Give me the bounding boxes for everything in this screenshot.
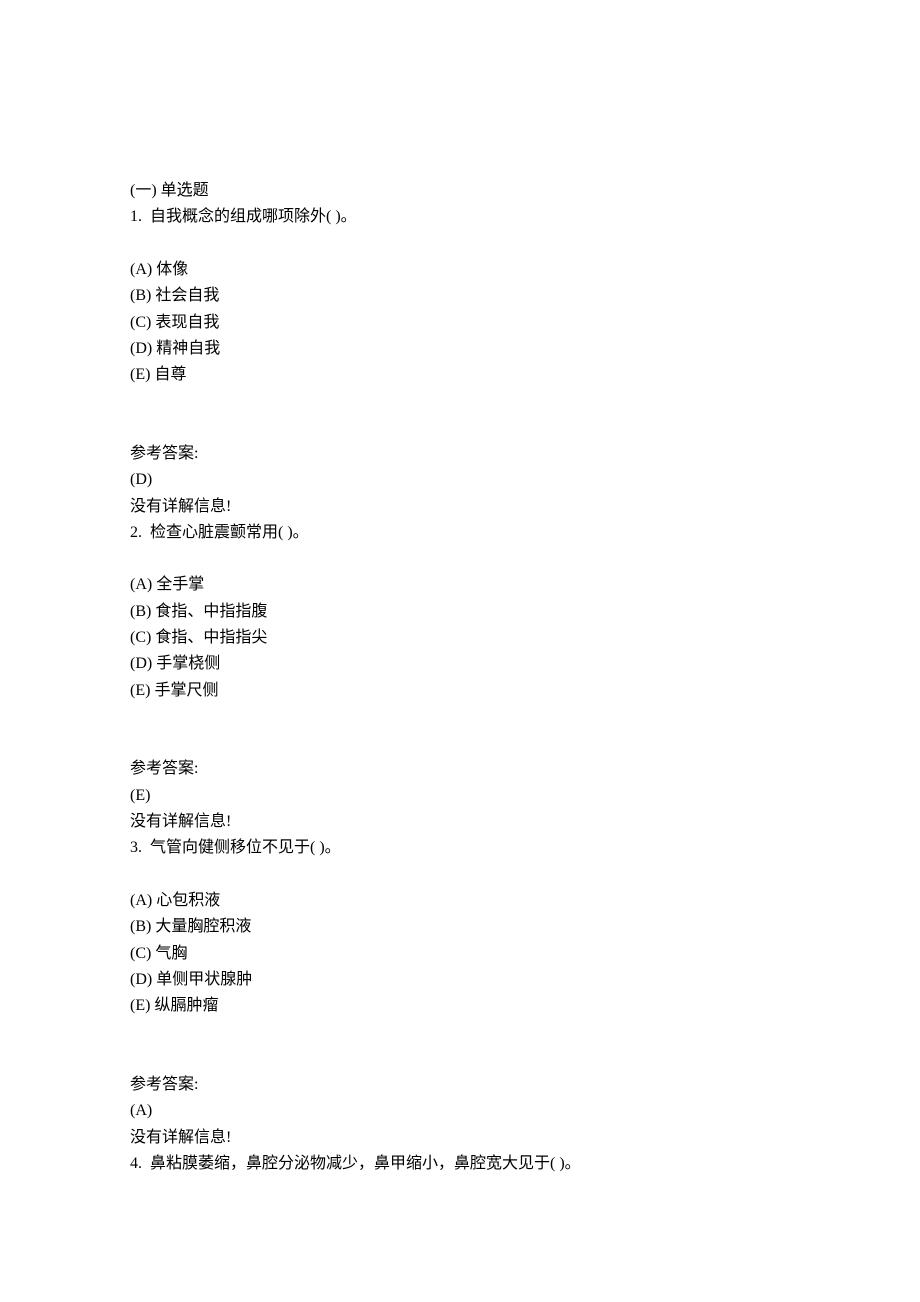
blank-line <box>130 704 790 730</box>
question-stem-text: 鼻粘膜萎缩，鼻腔分泌物减少，鼻甲缩小，鼻腔宽大见于( )。 <box>150 1155 581 1172</box>
option-e: (E) 纵膈肿瘤 <box>130 993 790 1019</box>
option-d: (D) 手掌桡侧 <box>130 651 790 677</box>
question-1: 1. 自我概念的组成哪项除外( )。 (A) 体像 (B) 社会自我 (C) 表… <box>130 204 790 520</box>
blank-line <box>130 389 790 415</box>
option-text: 单侧甲状腺肿 <box>156 971 252 988</box>
option-c: (C) 食指、中指指尖 <box>130 625 790 651</box>
question-stem-text: 自我概念的组成哪项除外( )。 <box>150 208 357 225</box>
option-a: (A) 体像 <box>130 257 790 283</box>
option-e: (E) 自尊 <box>130 362 790 388</box>
option-label: (A) <box>130 261 152 278</box>
option-label: (B) <box>130 603 151 620</box>
explain-text: 没有详解信息! <box>130 809 790 835</box>
question-number: 4. <box>130 1155 142 1172</box>
option-text: 食指、中指指尖 <box>155 629 267 646</box>
option-text: 手掌桡侧 <box>156 655 220 672</box>
option-label: (B) <box>130 287 151 304</box>
blank-line <box>130 1046 790 1072</box>
answer-section: 参考答案: (D) 没有详解信息! <box>130 441 790 520</box>
option-c: (C) 表现自我 <box>130 310 790 336</box>
option-label: (C) <box>130 945 151 962</box>
question-number: 2. <box>130 524 142 541</box>
option-b: (B) 食指、中指指腹 <box>130 599 790 625</box>
question-number: 3. <box>130 839 142 856</box>
option-text: 大量胸腔积液 <box>155 918 251 935</box>
question-number: 1. <box>130 208 142 225</box>
question-stem-text: 检查心脏震颤常用( )。 <box>150 524 309 541</box>
option-b: (B) 社会自我 <box>130 283 790 309</box>
option-text: 自尊 <box>154 366 186 383</box>
option-label: (B) <box>130 918 151 935</box>
blank-line <box>130 546 790 572</box>
option-text: 精神自我 <box>156 340 220 357</box>
document-page: (一) 单选题 1. 自我概念的组成哪项除外( )。 (A) 体像 (B) 社会… <box>0 0 920 1217</box>
option-d: (D) 精神自我 <box>130 336 790 362</box>
option-text: 表现自我 <box>155 314 219 331</box>
section-header: (一) 单选题 <box>130 178 790 204</box>
option-label: (C) <box>130 629 151 646</box>
question-4: 4. 鼻粘膜萎缩，鼻腔分泌物减少，鼻甲缩小，鼻腔宽大见于( )。 <box>130 1151 790 1177</box>
option-a: (A) 心包积液 <box>130 888 790 914</box>
answer-section: 参考答案: (A) 没有详解信息! <box>130 1072 790 1151</box>
option-label: (D) <box>130 655 152 672</box>
option-label: (A) <box>130 576 152 593</box>
explain-text: 没有详解信息! <box>130 1125 790 1151</box>
blank-line <box>130 415 790 441</box>
blank-line <box>130 862 790 888</box>
question-stem-text: 气管向健侧移位不见于( )。 <box>150 839 341 856</box>
option-text: 全手掌 <box>156 576 204 593</box>
answer-value: (A) <box>130 1098 790 1124</box>
blank-line <box>130 231 790 257</box>
option-label: (D) <box>130 340 152 357</box>
question-stem: 2. 检查心脏震颤常用( )。 <box>130 520 790 546</box>
option-text: 社会自我 <box>155 287 219 304</box>
answer-label: 参考答案: <box>130 1072 790 1098</box>
question-stem: 4. 鼻粘膜萎缩，鼻腔分泌物减少，鼻甲缩小，鼻腔宽大见于( )。 <box>130 1151 790 1177</box>
answer-value: (D) <box>130 467 790 493</box>
answer-section: 参考答案: (E) 没有详解信息! <box>130 756 790 835</box>
option-text: 手掌尺侧 <box>154 682 218 699</box>
options-list: (A) 心包积液 (B) 大量胸腔积液 (C) 气胸 (D) 单侧甲状腺肿 (E… <box>130 888 790 1020</box>
option-label: (E) <box>130 682 150 699</box>
option-text: 心包积液 <box>156 892 220 909</box>
option-a: (A) 全手掌 <box>130 572 790 598</box>
question-2: 2. 检查心脏震颤常用( )。 (A) 全手掌 (B) 食指、中指指腹 (C) … <box>130 520 790 836</box>
option-text: 体像 <box>156 261 188 278</box>
answer-label: 参考答案: <box>130 441 790 467</box>
option-label: (E) <box>130 366 150 383</box>
option-text: 纵膈肿瘤 <box>154 997 218 1014</box>
option-e: (E) 手掌尺侧 <box>130 678 790 704</box>
option-label: (E) <box>130 997 150 1014</box>
question-stem: 3. 气管向健侧移位不见于( )。 <box>130 835 790 861</box>
option-d: (D) 单侧甲状腺肿 <box>130 967 790 993</box>
option-label: (A) <box>130 892 152 909</box>
options-list: (A) 全手掌 (B) 食指、中指指腹 (C) 食指、中指指尖 (D) 手掌桡侧… <box>130 572 790 704</box>
blank-line <box>130 730 790 756</box>
option-text: 气胸 <box>155 945 187 962</box>
explain-text: 没有详解信息! <box>130 494 790 520</box>
blank-line <box>130 1020 790 1046</box>
options-list: (A) 体像 (B) 社会自我 (C) 表现自我 (D) 精神自我 (E) 自尊 <box>130 257 790 389</box>
question-stem: 1. 自我概念的组成哪项除外( )。 <box>130 204 790 230</box>
option-text: 食指、中指指腹 <box>155 603 267 620</box>
question-3: 3. 气管向健侧移位不见于( )。 (A) 心包积液 (B) 大量胸腔积液 (C… <box>130 835 790 1151</box>
answer-label: 参考答案: <box>130 756 790 782</box>
answer-value: (E) <box>130 783 790 809</box>
option-b: (B) 大量胸腔积液 <box>130 914 790 940</box>
option-c: (C) 气胸 <box>130 941 790 967</box>
option-label: (C) <box>130 314 151 331</box>
option-label: (D) <box>130 971 152 988</box>
